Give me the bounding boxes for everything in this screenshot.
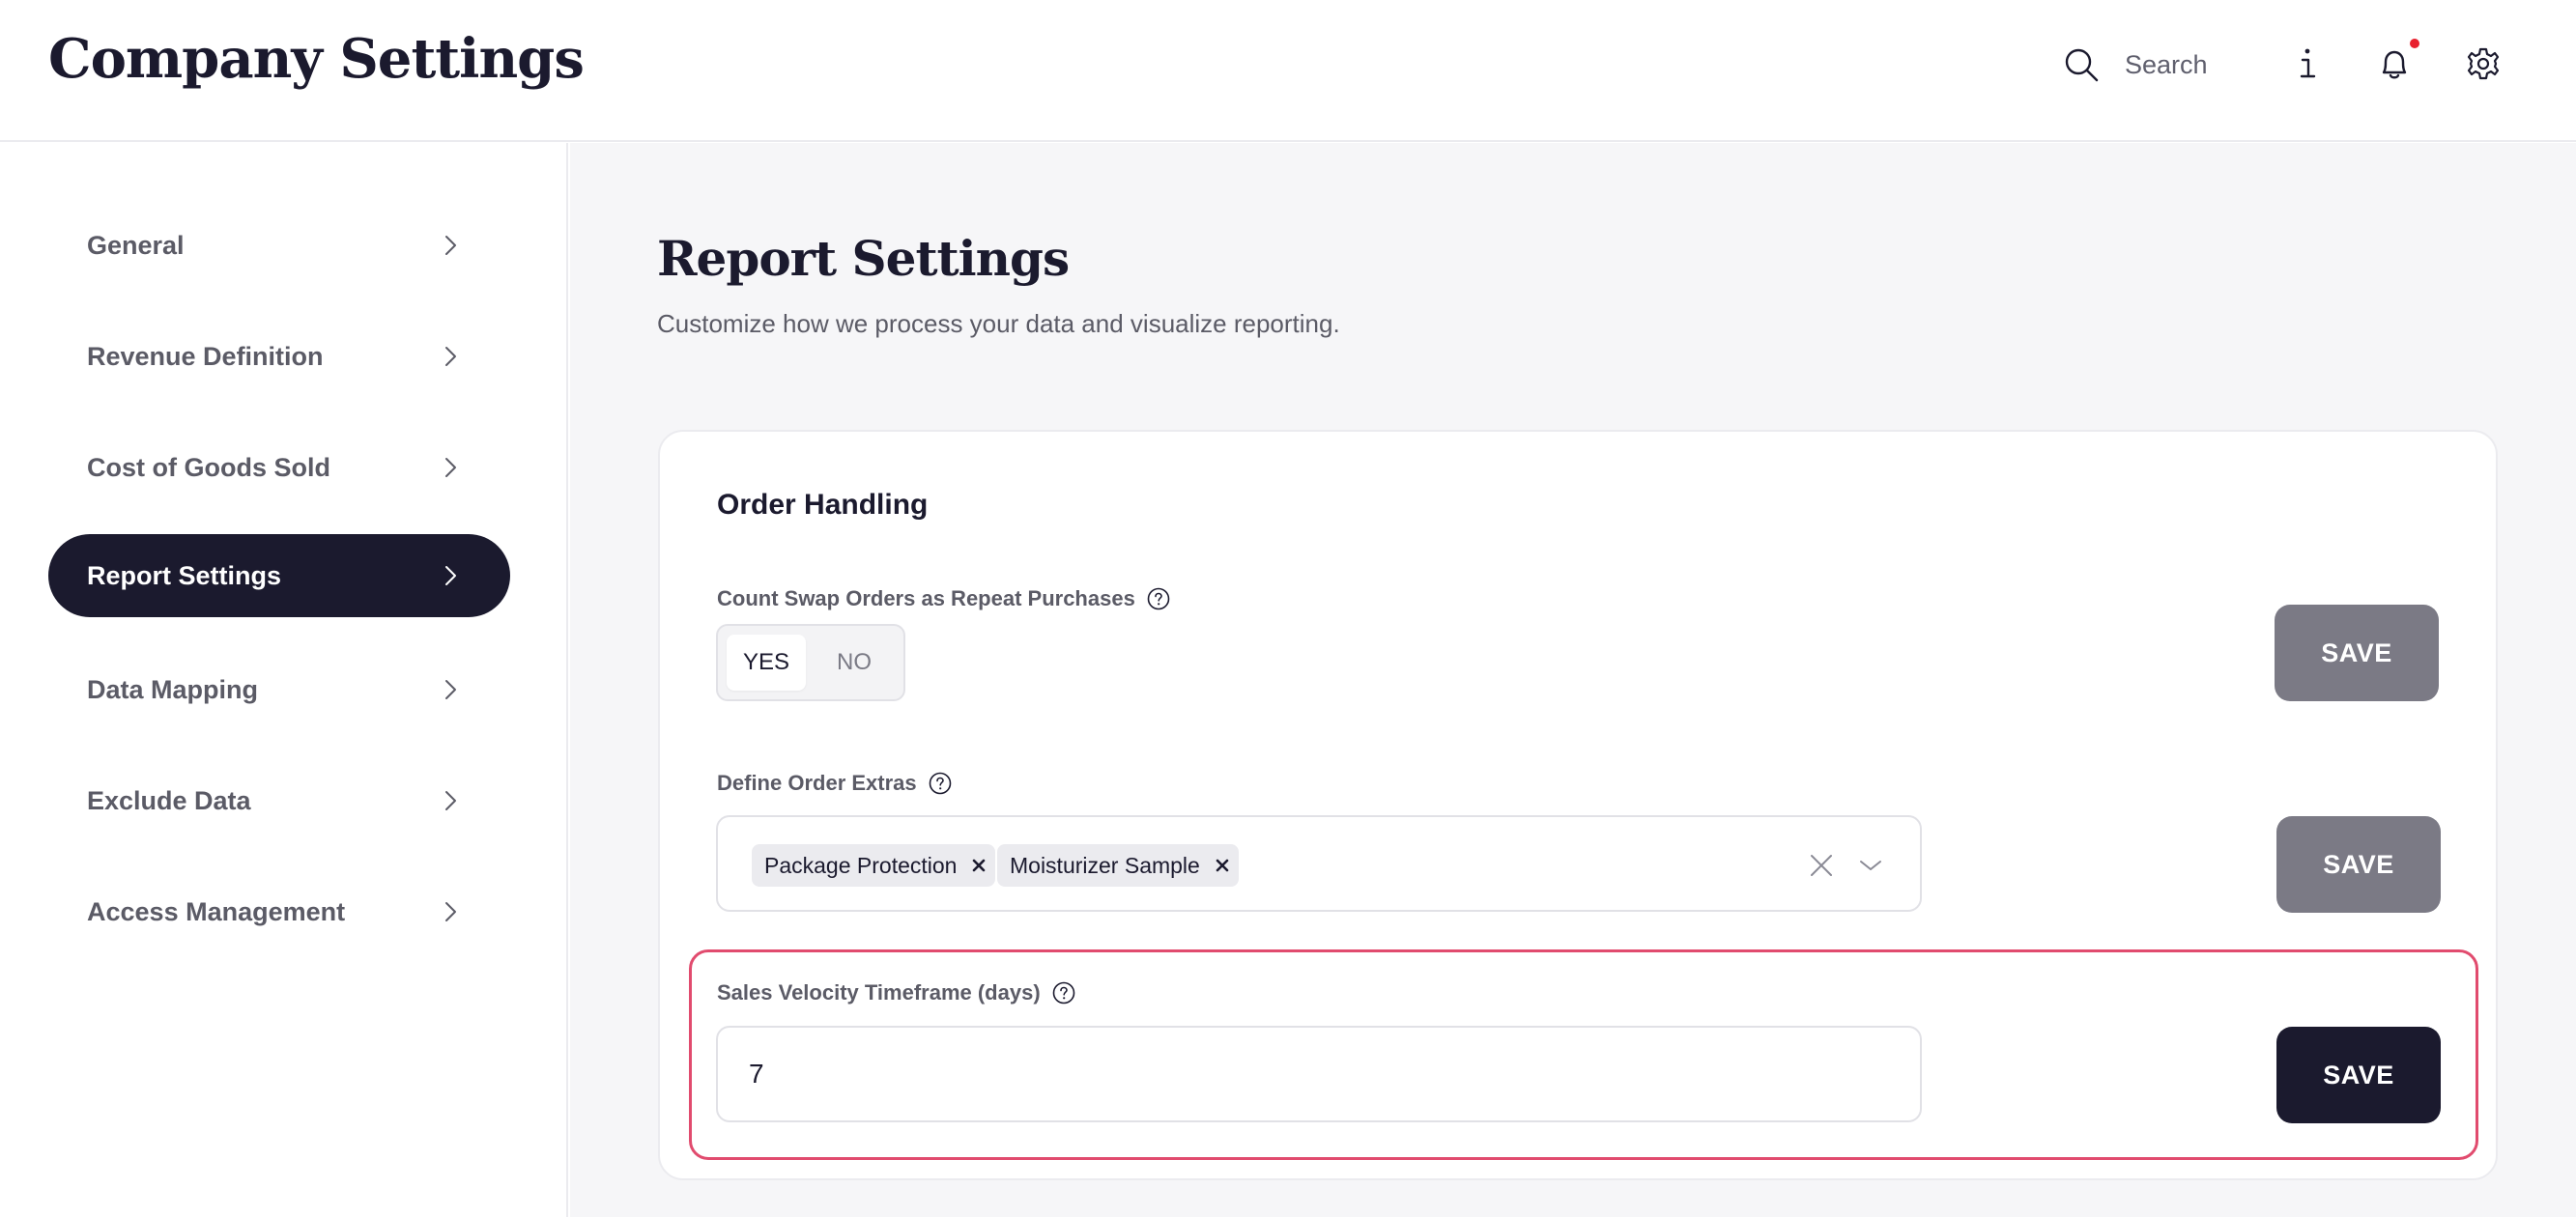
chevron-right-icon <box>445 902 456 921</box>
chevron-right-icon <box>445 680 456 699</box>
bell-icon[interactable] <box>2373 42 2416 85</box>
help-icon[interactable] <box>1147 587 1170 610</box>
sidebar-item-general[interactable]: General <box>48 204 510 287</box>
chip-moisturizer-sample: Moisturizer Sample <box>997 844 1239 887</box>
sidebar-item-revenue-definition[interactable]: Revenue Definition <box>48 315 510 398</box>
order-extras-select[interactable]: Package Protection Moisturizer Sample <box>716 815 1922 912</box>
chevron-right-icon <box>445 236 456 255</box>
order-extras-field-label: Define Order Extras <box>717 771 952 796</box>
chevron-right-icon <box>445 566 456 585</box>
chip-label: Package Protection <box>764 852 958 878</box>
sidebar: General Revenue Definition Cost of Goods… <box>0 143 568 1217</box>
chevron-right-icon <box>445 791 456 810</box>
search[interactable]: Search <box>2062 44 2208 85</box>
remove-chip-icon[interactable] <box>1206 844 1239 887</box>
chevron-right-icon <box>445 458 456 477</box>
chip-label: Moisturizer Sample <box>1010 852 1200 878</box>
chevron-right-icon <box>445 347 456 366</box>
sidebar-item-access-management[interactable]: Access Management <box>48 870 510 953</box>
swap-orders-label: Count Swap Orders as Repeat Purchases <box>717 586 1135 610</box>
sidebar-item-label: Revenue Definition <box>87 341 324 371</box>
app-title: Company Settings <box>48 27 585 91</box>
search-icon <box>2065 48 2099 82</box>
sidebar-item-label: Data Mapping <box>87 674 259 704</box>
page-subtitle: Customize how we process your data and v… <box>657 309 1340 338</box>
save-sales-velocity-button[interactable]: SAVE <box>2276 1027 2441 1123</box>
search-placeholder[interactable]: Search <box>2125 50 2208 80</box>
sidebar-item-report-settings[interactable]: Report Settings <box>48 534 510 617</box>
remove-chip-icon[interactable] <box>962 844 995 887</box>
sidebar-item-exclude-data[interactable]: Exclude Data <box>48 759 510 842</box>
chip-package-protection: Package Protection <box>752 844 996 887</box>
sidebar-item-label: Cost of Goods Sold <box>87 452 330 482</box>
notification-dot <box>2410 39 2419 48</box>
sidebar-item-label: Report Settings <box>87 560 282 590</box>
toggle-yes-option[interactable]: YES <box>727 635 806 691</box>
chevron-down-icon[interactable] <box>1858 854 1883 877</box>
yes-no-toggle: YES NO <box>716 624 905 701</box>
help-icon[interactable] <box>1052 981 1075 1005</box>
top-bar: Company Settings Search <box>0 0 2576 142</box>
clear-icon[interactable] <box>1809 853 1834 878</box>
save-order-extras-button[interactable]: SAVE <box>2276 816 2441 913</box>
sales-velocity-field-label: Sales Velocity Timeframe (days) <box>717 980 1075 1005</box>
order-extras-label: Define Order Extras <box>717 771 917 795</box>
help-icon[interactable] <box>929 772 952 795</box>
sidebar-item-cost-of-goods-sold[interactable]: Cost of Goods Sold <box>48 426 510 509</box>
sidebar-item-label: General <box>87 230 185 260</box>
sidebar-item-data-mapping[interactable]: Data Mapping <box>48 648 510 731</box>
swap-orders-field-label: Count Swap Orders as Repeat Purchases <box>717 586 1170 611</box>
sales-velocity-label: Sales Velocity Timeframe (days) <box>717 980 1041 1005</box>
page-title: Report Settings <box>657 230 1070 287</box>
save-swap-orders-button[interactable]: SAVE <box>2275 605 2439 701</box>
toggle-no-option[interactable]: NO <box>815 635 894 691</box>
card-title: Order Handling <box>717 489 929 521</box>
sidebar-item-label: Access Management <box>87 896 346 926</box>
info-icon[interactable] <box>2286 42 2329 85</box>
gear-icon[interactable] <box>2462 42 2504 85</box>
sales-velocity-input[interactable] <box>716 1026 1922 1122</box>
sidebar-item-label: Exclude Data <box>87 785 251 815</box>
